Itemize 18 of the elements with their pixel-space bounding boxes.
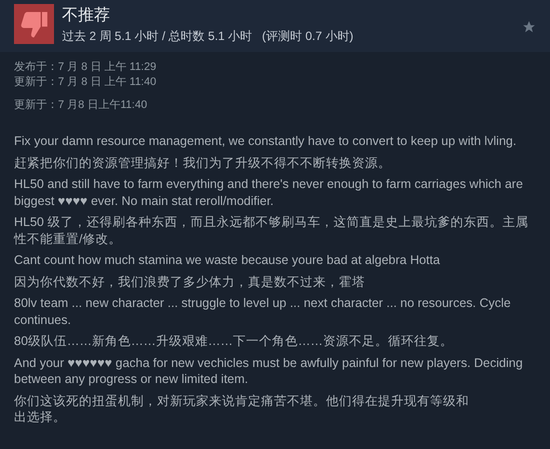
review-paragraph: HL50 and still have to farm everything and there's never enough to farm carriages which are biggest ♥♥♥♥ ever. No main stat reroll/modifier.: [14, 176, 524, 209]
review-paragraph: 出选择。: [14, 409, 67, 426]
review-paragraph: And your ♥♥♥♥♥♥ gacha for new vechicles must be awfully painful for new players. Deciding between any progress or new limited item.: [14, 354, 524, 388]
playtime-text: 过去 2 周 5.1 小时 / 总时数 5.1 小时: [62, 28, 252, 44]
review-paragraph: HL50 级了，还得刷各种东西，而且永远都不够刷马车，这简直是史上最坑爹的东西。主属性不能重置/修改。: [14, 214, 530, 247]
date-text: 更新于：7 月8 日上午11:40: [14, 98, 148, 113]
star-icon[interactable]: [522, 20, 536, 34]
review-paragraph: 80lv team ... new character ... struggle to level up ... next character ... no resources. Cycle continues.: [14, 295, 512, 328]
playtime-at-review: (评测时 0.7 小时): [262, 28, 354, 44]
review-paragraph: Cant count how much stamina we waste because youre bad at algebra Hotta: [14, 252, 441, 268]
date-text: 发布于：7 月 8 日 上午 11:29: [14, 60, 158, 75]
review-paragraph: Fix your damn resource management, we constantly have to convert to keep up with lvling.: [14, 133, 518, 150]
review-paragraph: 赶紧把你们的资源管理搞好！我们为了升级不得不不断转换资源。: [14, 154, 392, 171]
date-text: 更新于：7 月 8 日 上午 11:40: [14, 75, 158, 90]
review-verdict: 不推荐: [62, 6, 111, 26]
review-paragraph: 80级队伍……新角色……升级艰难……下一个角色……资源不足。循环往复。: [14, 333, 454, 350]
review-paragraph: 因为你代数不好，我们浪费了多少体力，真是数不过来，霍塔: [14, 274, 366, 290]
review-paragraph: 你们这该死的扭蛋机制，对新玩家来说肯定痛苦不堪。他们得在提升现有等级和: [14, 392, 470, 409]
